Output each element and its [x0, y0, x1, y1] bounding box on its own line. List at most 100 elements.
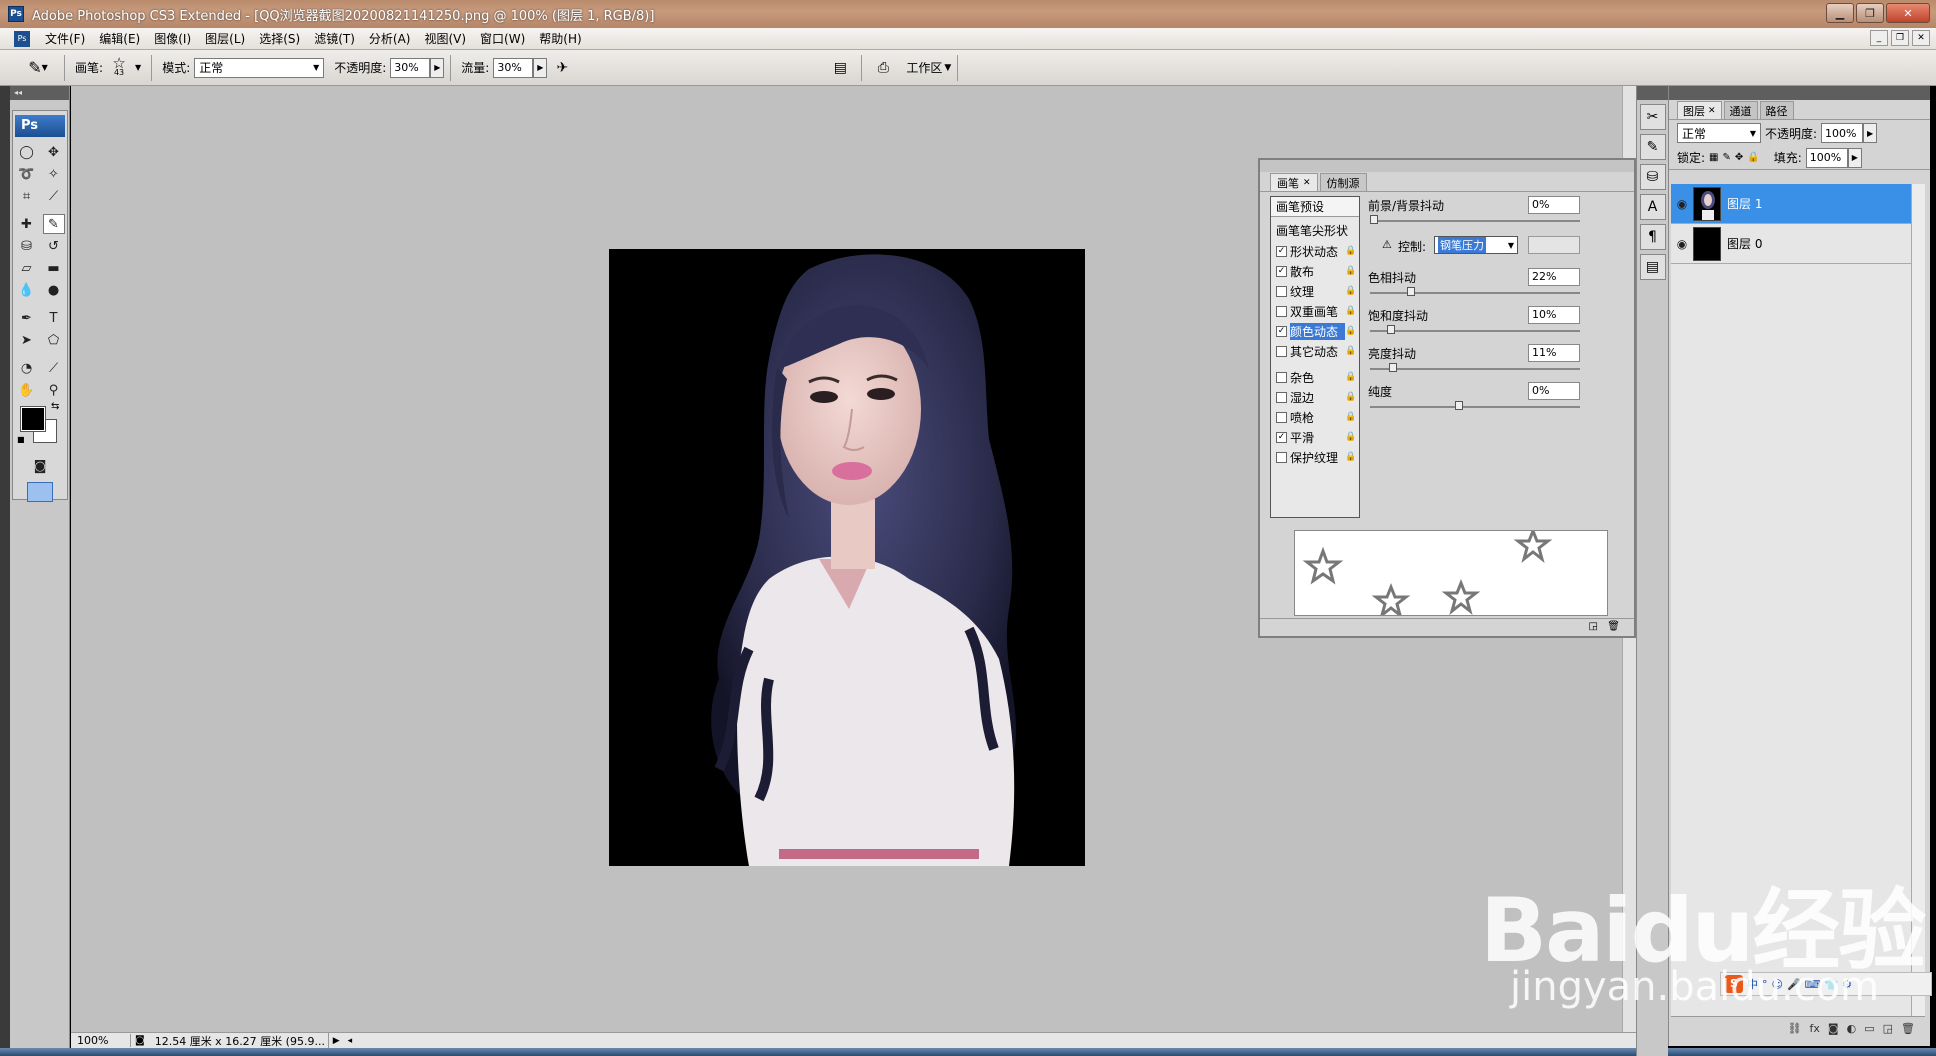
saturation-jitter-input[interactable]: 10%	[1528, 306, 1580, 324]
brush-picker[interactable]: ☆ 43	[107, 55, 131, 78]
lock-icon[interactable]: 🔒	[1345, 266, 1356, 276]
menu-image[interactable]: 图像(I)	[147, 30, 198, 47]
brush-tool[interactable]: ✎	[42, 214, 65, 234]
menu-analysis[interactable]: 分析(A)	[362, 30, 418, 47]
option-other-dynamics[interactable]: 其它动态 🔒	[1271, 341, 1359, 361]
blend-mode-select[interactable]: 正常 ▼	[1677, 123, 1761, 143]
path-selection-tool[interactable]: ➤	[16, 330, 38, 350]
dodge-tool[interactable]: ●	[43, 280, 65, 300]
checkbox[interactable]: ✓	[1276, 431, 1287, 443]
chevron-down-icon[interactable]: ▼	[135, 63, 141, 72]
close-button[interactable]: ✕	[1886, 3, 1930, 23]
blur-tool[interactable]: 💧	[16, 280, 38, 300]
microphone-icon[interactable]: 🎤	[1787, 978, 1801, 991]
saturation-jitter-slider[interactable]	[1387, 325, 1395, 334]
option-dual-brush[interactable]: 双重画笔 🔒	[1271, 301, 1359, 321]
opacity-slider-button[interactable]: ▶	[430, 57, 445, 78]
menu-layer[interactable]: 图层(L)	[198, 30, 252, 47]
checkbox[interactable]	[1276, 411, 1287, 423]
menu-view[interactable]: 视图(V)	[417, 30, 473, 47]
fg-bg-jitter-slider[interactable]	[1370, 215, 1378, 224]
menu-filter[interactable]: 滤镜(T)	[307, 30, 362, 47]
purity-slider[interactable]	[1455, 401, 1463, 410]
magic-wand-tool[interactable]: ✧	[43, 164, 65, 184]
type-tool[interactable]: T	[43, 308, 65, 328]
menu-select[interactable]: 选择(S)	[252, 30, 307, 47]
punctuation-icon[interactable]: °	[1762, 978, 1768, 991]
shape-tool[interactable]: ⬠	[43, 330, 65, 350]
tab-paths[interactable]: 路径	[1759, 101, 1794, 119]
checkbox[interactable]: ✓	[1276, 245, 1287, 257]
link-layers-icon[interactable]: ⛓	[1788, 1022, 1802, 1035]
slider-track[interactable]	[1370, 330, 1580, 332]
mode-select[interactable]: 正常 ▼	[194, 57, 325, 78]
scroll-left-icon[interactable]: ◂	[348, 1036, 353, 1046]
history-brush-tool[interactable]: ↺	[43, 236, 65, 256]
lock-icon[interactable]: 🔒	[1345, 306, 1356, 316]
lock-transparency-icon[interactable]: ▦	[1709, 152, 1718, 163]
option-wet-edges[interactable]: 湿边 🔒	[1271, 387, 1359, 407]
layer-row[interactable]: ◉ 图层 1	[1671, 184, 1911, 224]
tab-brush[interactable]: 画笔 ✕	[1270, 173, 1318, 191]
zoom-tool[interactable]: ⚲	[43, 380, 65, 400]
lock-icon[interactable]: 🔒	[1345, 372, 1356, 382]
ime-mode[interactable]: 中	[1747, 976, 1758, 992]
checkbox[interactable]	[1276, 305, 1287, 317]
adjustment-layer-icon[interactable]: ◐	[1847, 1022, 1857, 1035]
option-color-dynamics[interactable]: ✓ 颜色动态 🔒	[1271, 321, 1359, 341]
close-icon[interactable]: ✕	[1708, 106, 1716, 116]
layer-name[interactable]: 图层 0	[1727, 235, 1762, 252]
lock-icon[interactable]: 🔒	[1345, 452, 1356, 462]
screen-mode-button[interactable]	[27, 482, 53, 502]
lock-icon[interactable]: 🔒	[1345, 412, 1356, 422]
dock-grip[interactable]	[1637, 86, 1668, 100]
doc-close-button[interactable]: ✕	[1912, 30, 1930, 46]
tool-presets-dock-button[interactable]: ✂	[1639, 104, 1666, 130]
pen-tool[interactable]: ✒	[16, 308, 38, 328]
maximize-button[interactable]: ❐	[1856, 3, 1884, 23]
slider-track[interactable]	[1370, 406, 1580, 408]
option-smoothing[interactable]: ✓ 平滑 🔒	[1271, 427, 1359, 447]
opacity-input[interactable]: 30%	[390, 57, 431, 78]
menu-edit[interactable]: 编辑(E)	[92, 30, 147, 47]
keyboard-icon[interactable]: ⌨	[1805, 978, 1821, 991]
checkbox[interactable]	[1276, 391, 1287, 403]
option-scattering[interactable]: ✓ 散布 🔒	[1271, 261, 1359, 281]
lock-icon[interactable]: 🔒	[1345, 326, 1356, 336]
option-airbrush[interactable]: 喷枪 🔒	[1271, 407, 1359, 427]
option-texture[interactable]: 纹理 🔒	[1271, 281, 1359, 301]
layers-scrollbar[interactable]	[1911, 184, 1925, 1016]
flow-slider-button[interactable]: ▶	[533, 57, 548, 78]
default-colors-icon[interactable]: ■	[17, 435, 25, 444]
menu-file[interactable]: 文件(F)	[38, 30, 92, 47]
lock-pixels-icon[interactable]: ✎	[1723, 152, 1731, 163]
layer-name[interactable]: 图层 1	[1727, 195, 1762, 212]
checkbox[interactable]	[1276, 451, 1287, 463]
tools-icon[interactable]: ⚙	[1842, 978, 1852, 991]
layers-panel-grip[interactable]	[1669, 86, 1930, 100]
fill-slider-button[interactable]: ▶	[1847, 147, 1862, 168]
fill-input[interactable]: 100%	[1805, 147, 1848, 168]
ps-logo[interactable]: Ps	[15, 115, 65, 137]
doc-minimize-button[interactable]: _	[1870, 30, 1888, 46]
brightness-jitter-input[interactable]: 11%	[1528, 344, 1580, 362]
doc-restore-button[interactable]: ❐	[1891, 30, 1909, 46]
slider-track[interactable]	[1370, 220, 1580, 222]
menu-window[interactable]: 窗口(W)	[473, 30, 532, 47]
checkbox[interactable]	[1276, 345, 1287, 357]
marquee-tool[interactable]: ◯	[16, 142, 38, 162]
healing-brush-tool[interactable]: ✚	[16, 214, 38, 234]
hand-tool[interactable]: ✋	[16, 380, 38, 400]
character-dock-button[interactable]: A	[1639, 194, 1666, 220]
brightness-jitter-slider[interactable]	[1388, 363, 1397, 372]
eyedropper-tool[interactable]: ⟋	[43, 358, 65, 378]
new-layer-icon[interactable]: ◲	[1883, 1022, 1893, 1035]
lasso-tool[interactable]: ➰	[16, 164, 38, 184]
checkbox[interactable]: ✓	[1276, 265, 1287, 277]
tab-layers[interactable]: 图层 ✕	[1677, 101, 1722, 119]
brush-presets-item[interactable]: 画笔预设	[1271, 197, 1359, 217]
swap-colors-icon[interactable]: ⇆	[51, 401, 59, 412]
layer-style-icon[interactable]: fx	[1810, 1022, 1820, 1035]
zoom-level[interactable]: 100%	[71, 1034, 131, 1047]
emoji-icon[interactable]: ☺	[1772, 978, 1783, 991]
